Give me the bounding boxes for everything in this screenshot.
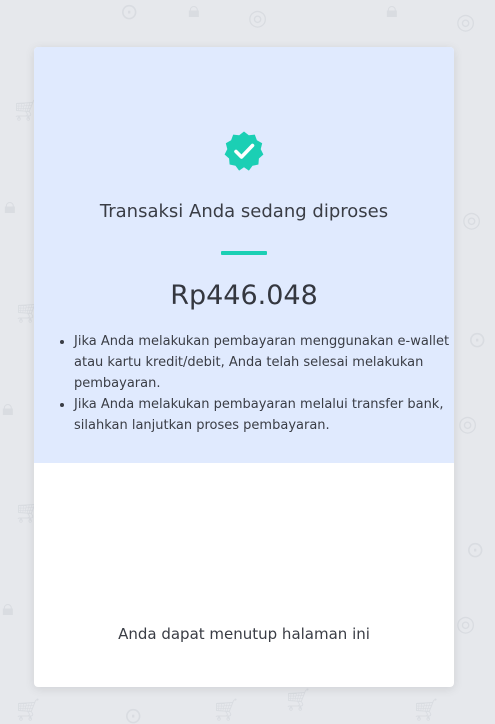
background-icon: ◎ <box>462 208 482 233</box>
background-icon: 🔒︎ <box>188 0 200 23</box>
status-title: Transaksi Anda sedang diproses <box>99 201 389 222</box>
background-icon: ◎ <box>456 612 476 637</box>
payment-notes-list: Jika Anda melakukan pembayaran menggunak… <box>56 331 454 436</box>
background-icon: ⊙ <box>120 0 139 25</box>
background-icon: 🛒︎ <box>284 688 312 713</box>
payment-note: Jika Anda melakukan pembayaran menggunak… <box>74 331 454 394</box>
background-icon: ◎ <box>456 10 476 35</box>
status-panel: Transaksi Anda sedang diproses Rp446.048… <box>34 47 454 463</box>
divider <box>221 251 267 255</box>
background-icon: ⊙ <box>466 538 485 563</box>
background-icon: ⊙ <box>124 704 143 724</box>
transaction-amount: Rp446.048 <box>170 280 318 311</box>
background-icon: 🔒︎ <box>4 194 16 219</box>
background-icon: ◎ <box>458 412 478 437</box>
payment-note: Jika Anda melakukan pembayaran melalui t… <box>74 394 454 436</box>
background-icon: 🔒︎ <box>2 596 14 621</box>
background-icon: 🛒︎ <box>212 698 240 723</box>
background-icon: 🛒︎ <box>14 698 42 723</box>
background-icon: 🔒︎ <box>2 396 14 421</box>
transaction-status-card: Transaksi Anda sedang diproses Rp446.048… <box>34 47 454 687</box>
background-icon: 🔒︎ <box>386 0 398 23</box>
background-icon: ⊙ <box>468 328 487 353</box>
verified-check-badge-icon <box>224 131 264 171</box>
background-icon: ◎ <box>248 6 268 31</box>
background-icon: 🛒︎ <box>412 698 440 723</box>
close-page-message: Anda dapat menutup halaman ini <box>118 625 370 643</box>
